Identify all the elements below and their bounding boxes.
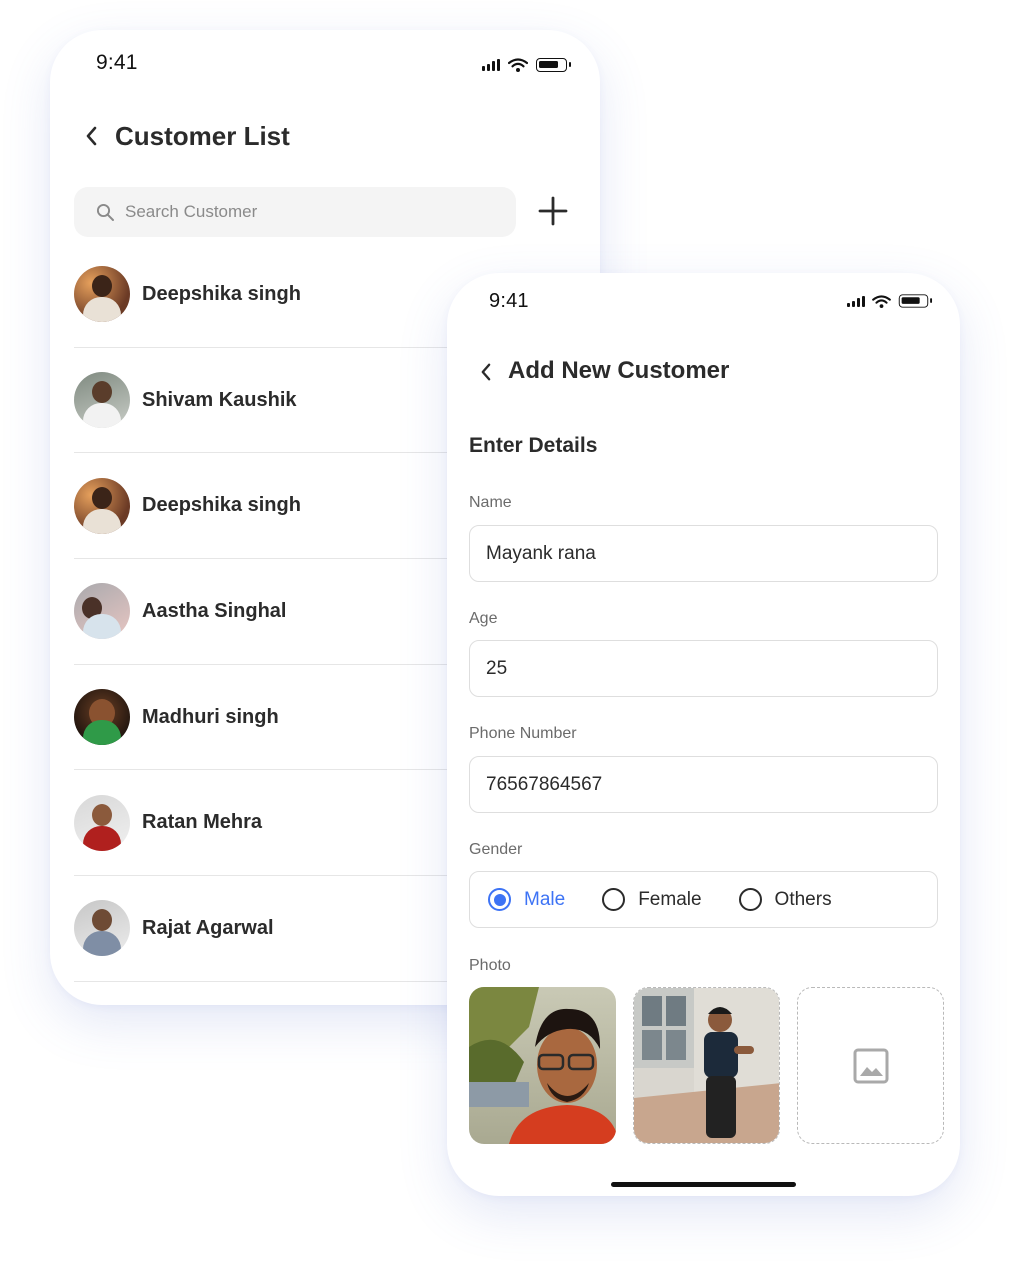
name-field[interactable]: Mayank rana [469, 525, 938, 582]
chevron-left-icon [481, 363, 490, 381]
page-title: Add New Customer [508, 357, 730, 384]
gender-option-male[interactable]: Male [488, 888, 565, 911]
image-icon [853, 1048, 888, 1083]
radio-label-others: Others [774, 888, 832, 910]
gender-option-others[interactable]: Others [738, 888, 832, 911]
chevron-left-icon [86, 126, 97, 146]
signal-icon [482, 59, 500, 71]
photo-image [469, 987, 616, 1144]
home-indicator [611, 1182, 796, 1187]
plus-icon [538, 196, 568, 226]
avatar [74, 266, 130, 323]
name-label: Name [469, 494, 512, 511]
gender-radio-group: Male Female Others [469, 871, 938, 928]
customer-name: Deepshika singh [142, 494, 301, 517]
battery-icon [536, 58, 571, 72]
customer-name: Ratan Mehra [142, 811, 263, 834]
battery-icon [898, 294, 933, 308]
phone-field[interactable]: 76567864567 [469, 756, 938, 813]
wifi-icon [508, 58, 528, 72]
gender-label: Gender [469, 841, 523, 858]
customer-name: Aastha Singhal [142, 599, 287, 622]
radio-others[interactable] [738, 888, 762, 911]
customer-name: Madhuri singh [142, 705, 279, 728]
age-label: Age [469, 610, 498, 627]
search-icon [96, 203, 114, 221]
photo-thumbnail[interactable] [633, 987, 780, 1144]
status-icons [847, 294, 933, 308]
age-field[interactable]: 25 [469, 640, 938, 697]
section-title: Enter Details [469, 434, 598, 457]
customer-name: Rajat Agarwal [142, 916, 274, 939]
avatar [74, 477, 130, 534]
signal-icon [847, 295, 865, 307]
status-icons [482, 58, 571, 72]
status-time: 9:41 [489, 290, 529, 312]
radio-female[interactable] [602, 888, 626, 911]
photo-image [634, 988, 779, 1143]
back-button[interactable] [78, 123, 104, 149]
customer-name: Shivam Kaushik [142, 388, 297, 411]
status-time: 9:41 [96, 51, 138, 74]
add-customer-screen: 9:41 Add New Customer Enter Details Name… [447, 273, 960, 1196]
radio-male[interactable] [488, 888, 511, 911]
add-customer-button[interactable] [534, 192, 572, 230]
back-button[interactable] [472, 359, 498, 385]
radio-label-male: Male [524, 888, 566, 910]
add-photo-button[interactable] [797, 987, 944, 1144]
page-title: Customer List [115, 121, 290, 151]
gender-option-female[interactable]: Female [602, 888, 702, 911]
search-input[interactable]: Search Customer [74, 187, 516, 237]
avatar [74, 372, 130, 429]
avatar [74, 900, 130, 957]
radio-label-female: Female [638, 888, 702, 910]
phone-label: Phone Number [469, 725, 577, 742]
photo-label: Photo [469, 957, 511, 974]
avatar [74, 583, 130, 640]
wifi-icon [872, 294, 891, 308]
avatar [74, 689, 130, 746]
search-placeholder: Search Customer [125, 202, 258, 221]
customer-name: Deepshika singh [142, 282, 301, 305]
photo-thumbnail[interactable] [469, 987, 616, 1144]
avatar [74, 794, 130, 851]
